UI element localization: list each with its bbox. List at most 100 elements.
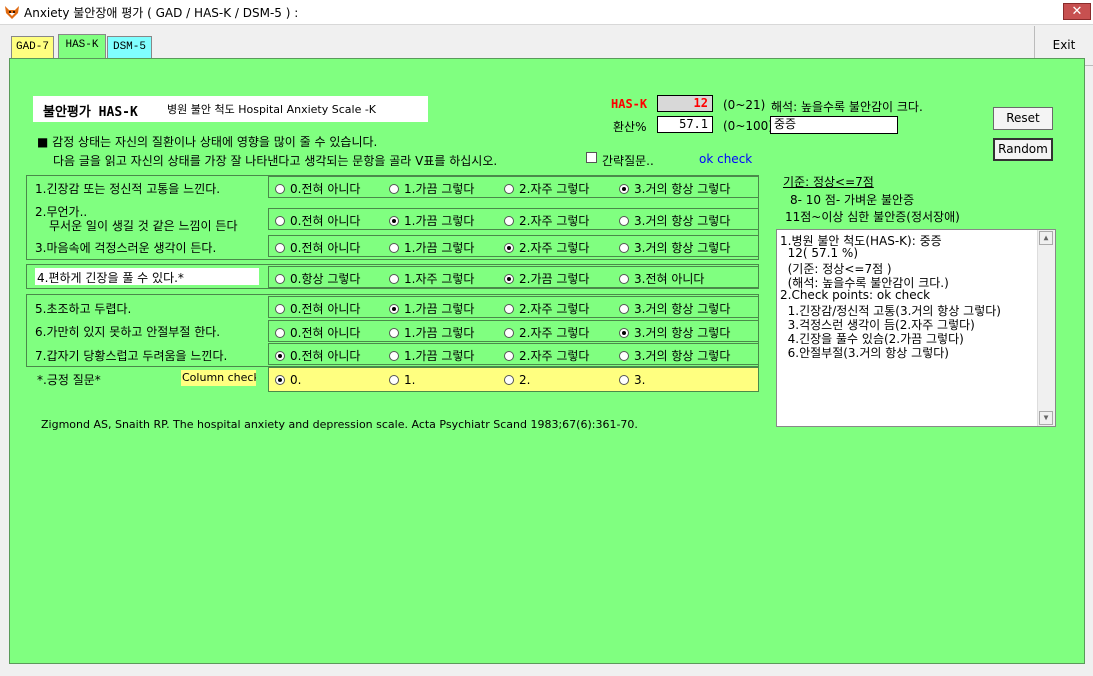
page-subtitle: 병원 불안 척도 Hospital Anxiety Scale -K <box>167 103 377 116</box>
score-label: HAS-K <box>611 97 648 111</box>
radio-icon <box>619 375 629 385</box>
q5-option-1[interactable]: 1.가끔 그렇다 <box>389 300 474 317</box>
column-check-option-3[interactable]: 3. <box>619 373 645 387</box>
q3-option-0[interactable]: 0.전혀 아니다 <box>275 239 360 256</box>
brief-question-checkbox[interactable] <box>586 152 597 163</box>
radio-selected-icon <box>275 351 285 361</box>
q7-option-2[interactable]: 2.자주 그렇다 <box>504 347 589 364</box>
vertical-scrollbar[interactable]: ▲ ▼ <box>1037 230 1055 426</box>
instruction-line1: ■ 감정 상태는 자신의 질환이나 상태에 영향을 많이 줄 수 있습니다. <box>37 135 378 149</box>
converted-range: (0~100) <box>723 119 773 133</box>
page-title: 불안평가 HAS-K <box>43 105 138 120</box>
radio-icon <box>619 304 629 314</box>
q2-option-3[interactable]: 3.거의 항상 그렇다 <box>619 212 730 229</box>
answer-row-7: 0.전혀 아니다 1.가끔 그렇다 2.자주 그렇다 3.거의 항상 그렇다 <box>268 343 759 365</box>
severity-field[interactable]: 중증 <box>770 116 898 134</box>
q4-option-0[interactable]: 0.항상 그렇다 <box>275 270 360 287</box>
q3-option-3[interactable]: 3.거의 항상 그렇다 <box>619 239 730 256</box>
radio-icon <box>504 375 514 385</box>
scroll-up-icon[interactable]: ▲ <box>1039 231 1053 245</box>
result-line: 2.Check points: ok check <box>780 288 931 302</box>
q2-option-1[interactable]: 1.가끔 그렇다 <box>389 212 474 229</box>
q2-option-0[interactable]: 0.전혀 아니다 <box>275 212 360 229</box>
tab-gad7[interactable]: GAD-7 <box>11 36 54 58</box>
q1-option-0[interactable]: 0.전혀 아니다 <box>275 180 360 197</box>
random-button[interactable]: Random <box>993 138 1053 161</box>
ok-check-label: ok check <box>699 152 753 166</box>
q7-option-1[interactable]: 1.가끔 그렇다 <box>389 347 474 364</box>
radio-icon <box>389 328 399 338</box>
reference-citation: Zigmond AS, Snaith RP. The hospital anxi… <box>41 418 638 431</box>
q4-option-1[interactable]: 1.자주 그렇다 <box>389 270 474 287</box>
q5-option-0[interactable]: 0.전혀 아니다 <box>275 300 360 317</box>
fox-icon <box>5 6 19 19</box>
radio-selected-icon <box>389 304 399 314</box>
q6-option-1[interactable]: 1.가끔 그렇다 <box>389 324 474 341</box>
q1-option-1[interactable]: 1.가끔 그렇다 <box>389 180 474 197</box>
q1-option-2[interactable]: 2.자주 그렇다 <box>504 180 589 197</box>
score-range: (0~21) <box>723 98 766 112</box>
criteria-title: 기준: 정상<=7점 <box>783 175 874 189</box>
criteria-line1: 8- 10 점- 가벼운 불안증 <box>790 193 915 207</box>
radio-icon <box>389 351 399 361</box>
score-interpretation: 해석: 높을수록 불안감이 크다. <box>771 100 923 114</box>
radio-icon <box>504 184 514 194</box>
title-bar: Anxiety 불안장애 평가 ( GAD / HAS-K / DSM-5 ) … <box>0 0 1093 25</box>
q5-option-2[interactable]: 2.자주 그렇다 <box>504 300 589 317</box>
q3-option-1[interactable]: 1.가끔 그렇다 <box>389 239 474 256</box>
q6-option-0[interactable]: 0.전혀 아니다 <box>275 324 360 341</box>
radio-selected-icon <box>504 274 514 284</box>
q1-option-3[interactable]: 3.거의 항상 그렇다 <box>619 180 730 197</box>
radio-icon <box>275 304 285 314</box>
tab-dsm5[interactable]: DSM-5 <box>107 36 152 58</box>
radio-icon <box>275 243 285 253</box>
close-button[interactable]: ✕ <box>1063 3 1091 20</box>
converted-label: 환산% <box>613 120 647 134</box>
radio-selected-icon <box>619 328 629 338</box>
reset-button[interactable]: Reset <box>993 107 1053 130</box>
radio-icon <box>275 328 285 338</box>
question-label-6: 6.가만히 있지 못하고 안절부절 한다. <box>35 325 221 339</box>
score-field: 12 <box>657 95 713 112</box>
answer-row-2: 0.전혀 아니다 1.가끔 그렇다 2.자주 그렇다 3.거의 항상 그렇다 <box>268 208 759 230</box>
q4-option-2[interactable]: 2.가끔 그렇다 <box>504 270 589 287</box>
q2-option-2[interactable]: 2.자주 그렇다 <box>504 212 589 229</box>
radio-icon <box>619 274 629 284</box>
radio-icon <box>389 274 399 284</box>
result-line: 6.안절부절(3.거의 항상 그렇다) <box>780 346 949 360</box>
instruction-line2: 다음 글을 읽고 자신의 상태를 가장 잘 나타낸다고 생각되는 문항을 골라 … <box>53 154 498 168</box>
column-check-label: Column check <box>181 370 256 386</box>
q3-option-2[interactable]: 2.자주 그렇다 <box>504 239 589 256</box>
column-check-option-0[interactable]: 0. <box>275 373 301 387</box>
converted-field[interactable]: 57.1 <box>657 116 713 133</box>
q4-option-3[interactable]: 3.전혀 아니다 <box>619 270 704 287</box>
result-textbox[interactable]: 1.병원 불안 척도(HAS-K): 중증 12( 57.1 %) (기준: 정… <box>776 229 1056 427</box>
column-check-row: 0. 1. 2. 3. <box>268 367 759 392</box>
q7-option-3[interactable]: 3.거의 항상 그렇다 <box>619 347 730 364</box>
answer-row-6: 0.전혀 아니다 1.가끔 그렇다 2.자주 그렇다 3.거의 항상 그렇다 <box>268 320 759 342</box>
criteria-line2: 11점~이상 심한 불안증(정서장애) <box>785 210 960 224</box>
question-label-5: 5.초조하고 두렵다. <box>35 302 132 316</box>
question-label-2-cont: 무서운 일이 생길 것 같은 느낌이 든다 <box>49 219 238 233</box>
brief-question-label: 간략질문.. <box>602 154 654 168</box>
window-title: Anxiety 불안장애 평가 ( GAD / HAS-K / DSM-5 ) … <box>24 6 299 20</box>
column-check-option-1[interactable]: 1. <box>389 373 415 387</box>
scroll-down-icon[interactable]: ▼ <box>1039 411 1053 425</box>
radio-icon <box>389 243 399 253</box>
column-check-option-2[interactable]: 2. <box>504 373 530 387</box>
radio-icon <box>275 184 285 194</box>
q7-option-0[interactable]: 0.전혀 아니다 <box>275 347 360 364</box>
radio-icon <box>504 351 514 361</box>
q6-option-3[interactable]: 3.거의 항상 그렇다 <box>619 324 730 341</box>
radio-icon <box>619 216 629 226</box>
radio-icon <box>619 243 629 253</box>
question-label-4: 4.편하게 긴장을 풀 수 있다.* <box>37 271 184 285</box>
radio-icon <box>389 375 399 385</box>
answer-row-1: 0.전혀 아니다 1.가끔 그렇다 2.자주 그렇다 3.거의 항상 그렇다 <box>268 176 759 198</box>
radio-selected-icon <box>275 375 285 385</box>
q6-option-2[interactable]: 2.자주 그렇다 <box>504 324 589 341</box>
tab-has-k[interactable]: HAS-K <box>58 34 106 59</box>
heading-box: 불안평가 HAS-K 병원 불안 척도 Hospital Anxiety Sca… <box>33 96 428 122</box>
q5-option-3[interactable]: 3.거의 항상 그렇다 <box>619 300 730 317</box>
radio-icon <box>504 328 514 338</box>
